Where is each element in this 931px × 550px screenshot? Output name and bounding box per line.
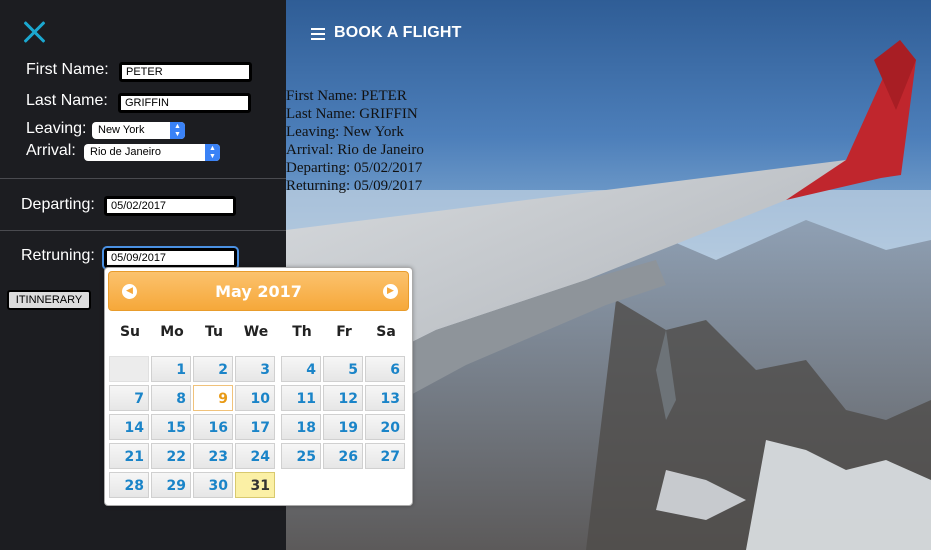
day-cell[interactable]: 31 [235, 472, 275, 498]
page-title: BOOK A FLIGHT [334, 24, 462, 41]
weekday-header: Mo [160, 324, 184, 340]
day-cell[interactable]: 23 [193, 443, 233, 469]
day-cell[interactable]: 3 [235, 356, 275, 382]
weekday-header: Th [292, 324, 312, 340]
day-cell[interactable]: 24 [235, 443, 275, 469]
departing-date-input[interactable]: 05/02/2017 [104, 196, 236, 216]
day-cell[interactable]: 18 [281, 414, 321, 440]
arrival-select-value: Rio de Janeiro [90, 146, 161, 158]
day-cell[interactable]: 25 [281, 443, 321, 469]
divider [0, 230, 286, 231]
day-cell[interactable]: 10 [235, 385, 275, 411]
departing-label: Departing: [21, 196, 95, 213]
day-cell[interactable]: 28 [109, 472, 149, 498]
day-cell[interactable]: 20 [365, 414, 405, 440]
day-cell[interactable]: 22 [151, 443, 191, 469]
summary-line: Returning: 05/09/2017 [286, 178, 423, 194]
day-cell[interactable]: 27 [365, 443, 405, 469]
empty-day-cell [109, 356, 149, 382]
hamburger-menu-icon[interactable] [311, 28, 325, 40]
first-name-input[interactable]: PETER [119, 62, 252, 82]
close-icon[interactable] [22, 20, 48, 46]
day-cell[interactable]: 30 [193, 472, 233, 498]
leaving-label: Leaving: [26, 120, 87, 137]
day-cell[interactable]: 9 [193, 385, 233, 411]
weekday-header: Sa [376, 324, 396, 340]
chevron-left-icon[interactable]: ◀ [122, 284, 137, 299]
day-cell[interactable]: 13 [365, 385, 405, 411]
select-arrows-icon: ▲ ▼ [205, 144, 220, 161]
weekday-header: Fr [336, 324, 352, 340]
last-name-input[interactable]: GRIFFIN [118, 93, 251, 113]
day-cell[interactable]: 19 [323, 414, 363, 440]
arrival-select[interactable]: Rio de Janeiro ▲ ▼ [84, 144, 220, 161]
weekday-header: Tu [205, 324, 223, 340]
day-cell[interactable]: 17 [235, 414, 275, 440]
day-cell[interactable]: 8 [151, 385, 191, 411]
day-cell[interactable]: 7 [109, 385, 149, 411]
day-cell[interactable]: 21 [109, 443, 149, 469]
weekday-header: Su [119, 324, 141, 340]
returning-date-input[interactable]: 05/09/2017 [104, 248, 237, 268]
summary-line: Departing: 05/02/2017 [286, 160, 423, 176]
day-cell[interactable]: 14 [109, 414, 149, 440]
chevron-right-icon[interactable]: ▶ [383, 284, 398, 299]
summary-line: Leaving: New York [286, 124, 404, 140]
arrival-label: Arrival: [26, 142, 76, 159]
day-cell[interactable]: 12 [323, 385, 363, 411]
summary-line: First Name: PETER [286, 88, 407, 104]
datepicker: May 2017 ◀ ▶ Su Mo Tu We Th Fr Sa 1 2 3 4 5 6 7 8 9 10 11… [104, 267, 413, 506]
day-cell[interactable]: 6 [365, 356, 405, 382]
day-cell[interactable]: 1 [151, 356, 191, 382]
itinerary-button[interactable]: ITINNERARY [7, 290, 91, 310]
leaving-select-value: New York [98, 124, 145, 136]
select-arrows-icon: ▲ ▼ [170, 122, 185, 139]
day-cell[interactable]: 11 [281, 385, 321, 411]
returning-label: Retruning: [21, 247, 95, 264]
day-cell[interactable]: 15 [151, 414, 191, 440]
first-name-label: First Name: [26, 61, 109, 78]
day-cell[interactable]: 2 [193, 356, 233, 382]
last-name-label: Last Name: [26, 92, 108, 109]
summary-line: Last Name: GRIFFIN [286, 106, 418, 122]
day-cell[interactable]: 29 [151, 472, 191, 498]
datepicker-header: May 2017 ◀ ▶ [108, 271, 409, 311]
day-cell[interactable]: 5 [323, 356, 363, 382]
summary-line: Arrival: Rio de Janeiro [286, 142, 424, 158]
leaving-select[interactable]: New York ▲ ▼ [92, 122, 185, 139]
day-cell[interactable]: 26 [323, 443, 363, 469]
day-cell[interactable]: 16 [193, 414, 233, 440]
datepicker-month-title: May 2017 [215, 282, 302, 301]
divider [0, 178, 286, 179]
itinerary-summary: First Name: PETER Last Name: GRIFFIN Lea… [286, 87, 424, 195]
day-cell[interactable]: 4 [281, 356, 321, 382]
weekday-header: We [243, 324, 269, 340]
